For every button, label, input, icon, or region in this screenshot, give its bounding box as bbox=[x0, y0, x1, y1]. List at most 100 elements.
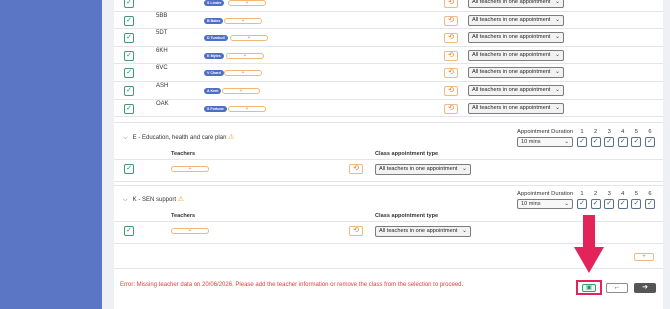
appointment-type-select[interactable]: All teachers in one appointment ⌄ bbox=[468, 67, 564, 79]
undo-icon[interactable]: ⟲ bbox=[349, 226, 363, 236]
section-divider bbox=[114, 122, 663, 123]
section-divider bbox=[114, 185, 663, 186]
teachers-column-header: Teachers bbox=[171, 213, 196, 219]
class-name: OAK bbox=[156, 100, 169, 107]
day-checkbox[interactable]: ✓ bbox=[604, 199, 615, 209]
row-divider bbox=[114, 159, 663, 160]
add-teacher-field[interactable]: + bbox=[222, 88, 260, 94]
row-checkbox[interactable]: ✓ bbox=[124, 0, 134, 8]
error-message: Error: Missing teacher data on 20/06/202… bbox=[120, 282, 464, 288]
back-button[interactable]: ← bbox=[606, 283, 628, 293]
day-checkbox[interactable]: ✓ bbox=[617, 137, 628, 147]
chevron-down-icon: ⌄ bbox=[554, 51, 560, 58]
row-checkbox[interactable]: ✓ bbox=[124, 164, 134, 174]
duration-label: Appointment Duration bbox=[517, 129, 574, 135]
undo-icon[interactable]: ⟲ bbox=[444, 0, 458, 8]
add-teacher-field[interactable]: + bbox=[228, 105, 266, 112]
class-name: 6KH bbox=[156, 47, 168, 54]
undo-icon[interactable]: ⟲ bbox=[444, 68, 458, 79]
day-checkbox[interactable]: ✓ bbox=[631, 199, 642, 209]
appointment-type-select[interactable]: All teachers in one appointment ⌄ bbox=[468, 85, 564, 96]
class-name: 6VC bbox=[156, 65, 168, 72]
day-number: 2 bbox=[593, 191, 598, 197]
appointment-type-value: All teachers in one appointment bbox=[472, 0, 551, 5]
appointment-type-select[interactable]: All teachers in one appointment ⌄ bbox=[468, 102, 564, 114]
appointment-type-value: All teachers in one appointment bbox=[472, 16, 551, 23]
row-checkbox[interactable]: ✓ bbox=[124, 68, 134, 79]
add-teacher-field[interactable]: + bbox=[171, 228, 209, 234]
appointment-type-select[interactable]: All teachers in one appointment ⌄ bbox=[468, 0, 564, 8]
chevron-down-icon: ⌄ bbox=[564, 139, 569, 145]
undo-icon[interactable]: ⟲ bbox=[349, 164, 363, 174]
section-header-e[interactable]: ⌵ E - Education, health and care plan ⚠ bbox=[123, 133, 234, 142]
day-checkbox[interactable]: ✓ bbox=[590, 199, 601, 209]
day-number: 1 bbox=[580, 191, 584, 197]
row-checkbox[interactable]: ✓ bbox=[124, 50, 134, 61]
add-teacher-field[interactable]: + bbox=[228, 0, 266, 6]
chevron-down-icon: ⌄ bbox=[554, 69, 560, 76]
day-number: 5 bbox=[634, 191, 638, 197]
chevron-down-icon: ⌄ bbox=[554, 0, 560, 5]
section-title: K - SEN support bbox=[132, 197, 177, 203]
day-checkbox[interactable]: ✓ bbox=[590, 137, 601, 147]
undo-icon[interactable]: ⟲ bbox=[444, 86, 458, 96]
teacher-badge[interactable]: V Chard bbox=[204, 70, 224, 77]
add-teacher-field[interactable]: + bbox=[224, 70, 262, 77]
day-number: 6 bbox=[648, 129, 652, 135]
row-checkbox[interactable]: ✓ bbox=[124, 103, 134, 114]
section-header-k[interactable]: ⌵ K - SEN support ⚠ bbox=[123, 195, 184, 204]
teacher-badge[interactable]: K Myles bbox=[204, 52, 224, 59]
appointment-type-select[interactable]: All teachers in one appointment ⌄ bbox=[468, 14, 564, 26]
appointment-type-select[interactable]: All teachers in one appointment ⌄ bbox=[468, 32, 564, 44]
day-checkbox[interactable]: ✓ bbox=[645, 199, 655, 209]
undo-icon[interactable]: ⟲ bbox=[444, 50, 458, 61]
teachers-column-header: Teachers bbox=[171, 151, 196, 157]
appointment-type-select[interactable]: All teachers in one appointment ⌄ bbox=[375, 226, 471, 237]
undo-icon[interactable]: ⟲ bbox=[444, 15, 458, 26]
chevron-down-icon: ⌄ bbox=[554, 34, 560, 41]
class-row: ✓ 6KH K Myles + ⟲ All teachers in one appoint… bbox=[114, 47, 663, 65]
day-checkbox[interactable]: ✓ bbox=[617, 199, 628, 209]
chevron-down-icon: ⌄ bbox=[554, 87, 560, 93]
day-checkbox[interactable]: ✓ bbox=[631, 137, 642, 147]
duration-select[interactable]: 10 mins ⌄ bbox=[517, 199, 573, 209]
undo-icon[interactable]: ⟲ bbox=[444, 103, 458, 114]
appointment-type-select[interactable]: All teachers in one appointment ⌄ bbox=[468, 49, 564, 61]
day-checkbox[interactable]: ✓ bbox=[604, 137, 615, 147]
day-number: 3 bbox=[607, 191, 611, 197]
add-teacher-field[interactable]: + bbox=[230, 35, 268, 42]
save-button[interactable]: ▣ bbox=[582, 284, 596, 292]
duration-select[interactable]: 10 mins ⌄ bbox=[517, 137, 573, 147]
next-button[interactable]: ➔ bbox=[634, 283, 656, 293]
day-checkbox[interactable]: ✓ bbox=[577, 137, 587, 147]
add-teacher-field[interactable]: + bbox=[171, 166, 209, 172]
section-divider bbox=[114, 181, 663, 182]
collapse-caret-icon[interactable]: ⌵ bbox=[123, 135, 131, 142]
day-number: 6 bbox=[648, 191, 652, 197]
day-number: 5 bbox=[634, 129, 638, 135]
class-name: 4SC bbox=[156, 0, 168, 1]
row-checkbox[interactable]: ✓ bbox=[124, 86, 134, 96]
undo-icon[interactable]: ⟲ bbox=[444, 33, 458, 44]
add-teacher-field[interactable]: + bbox=[224, 17, 262, 24]
row-checkbox[interactable]: ✓ bbox=[124, 33, 134, 44]
teacher-badge[interactable]: S Fortune bbox=[204, 105, 227, 112]
appointment-type-select[interactable]: All teachers in one appointment ⌄ bbox=[375, 164, 471, 175]
day-number: 1 bbox=[580, 129, 584, 135]
collapse-caret-icon[interactable]: ⌵ bbox=[123, 197, 131, 204]
row-checkbox[interactable]: ✓ bbox=[124, 15, 134, 26]
day-checkbox[interactable]: ✓ bbox=[645, 137, 655, 147]
app-sidebar bbox=[0, 0, 102, 309]
appointment-type-value: All teachers in one appointment bbox=[379, 166, 458, 172]
day-number: 4 bbox=[621, 191, 625, 197]
add-teacher-field[interactable]: + bbox=[226, 52, 264, 59]
row-checkbox[interactable]: ✓ bbox=[124, 226, 134, 236]
teacher-badge[interactable]: S Linder bbox=[204, 0, 225, 6]
chevron-down-icon: ⌄ bbox=[461, 166, 467, 172]
teacher-badge[interactable]: A Kent bbox=[204, 88, 222, 94]
day-checkbox[interactable]: ✓ bbox=[577, 199, 587, 209]
teacher-badge[interactable]: B Bates bbox=[204, 17, 224, 24]
add-section-button[interactable]: + bbox=[634, 253, 654, 261]
teacher-badge[interactable]: D Turnbull bbox=[204, 35, 228, 42]
class-row: ✓ 5BB B Bates + ⟲ All teachers in one appoint… bbox=[114, 12, 663, 30]
